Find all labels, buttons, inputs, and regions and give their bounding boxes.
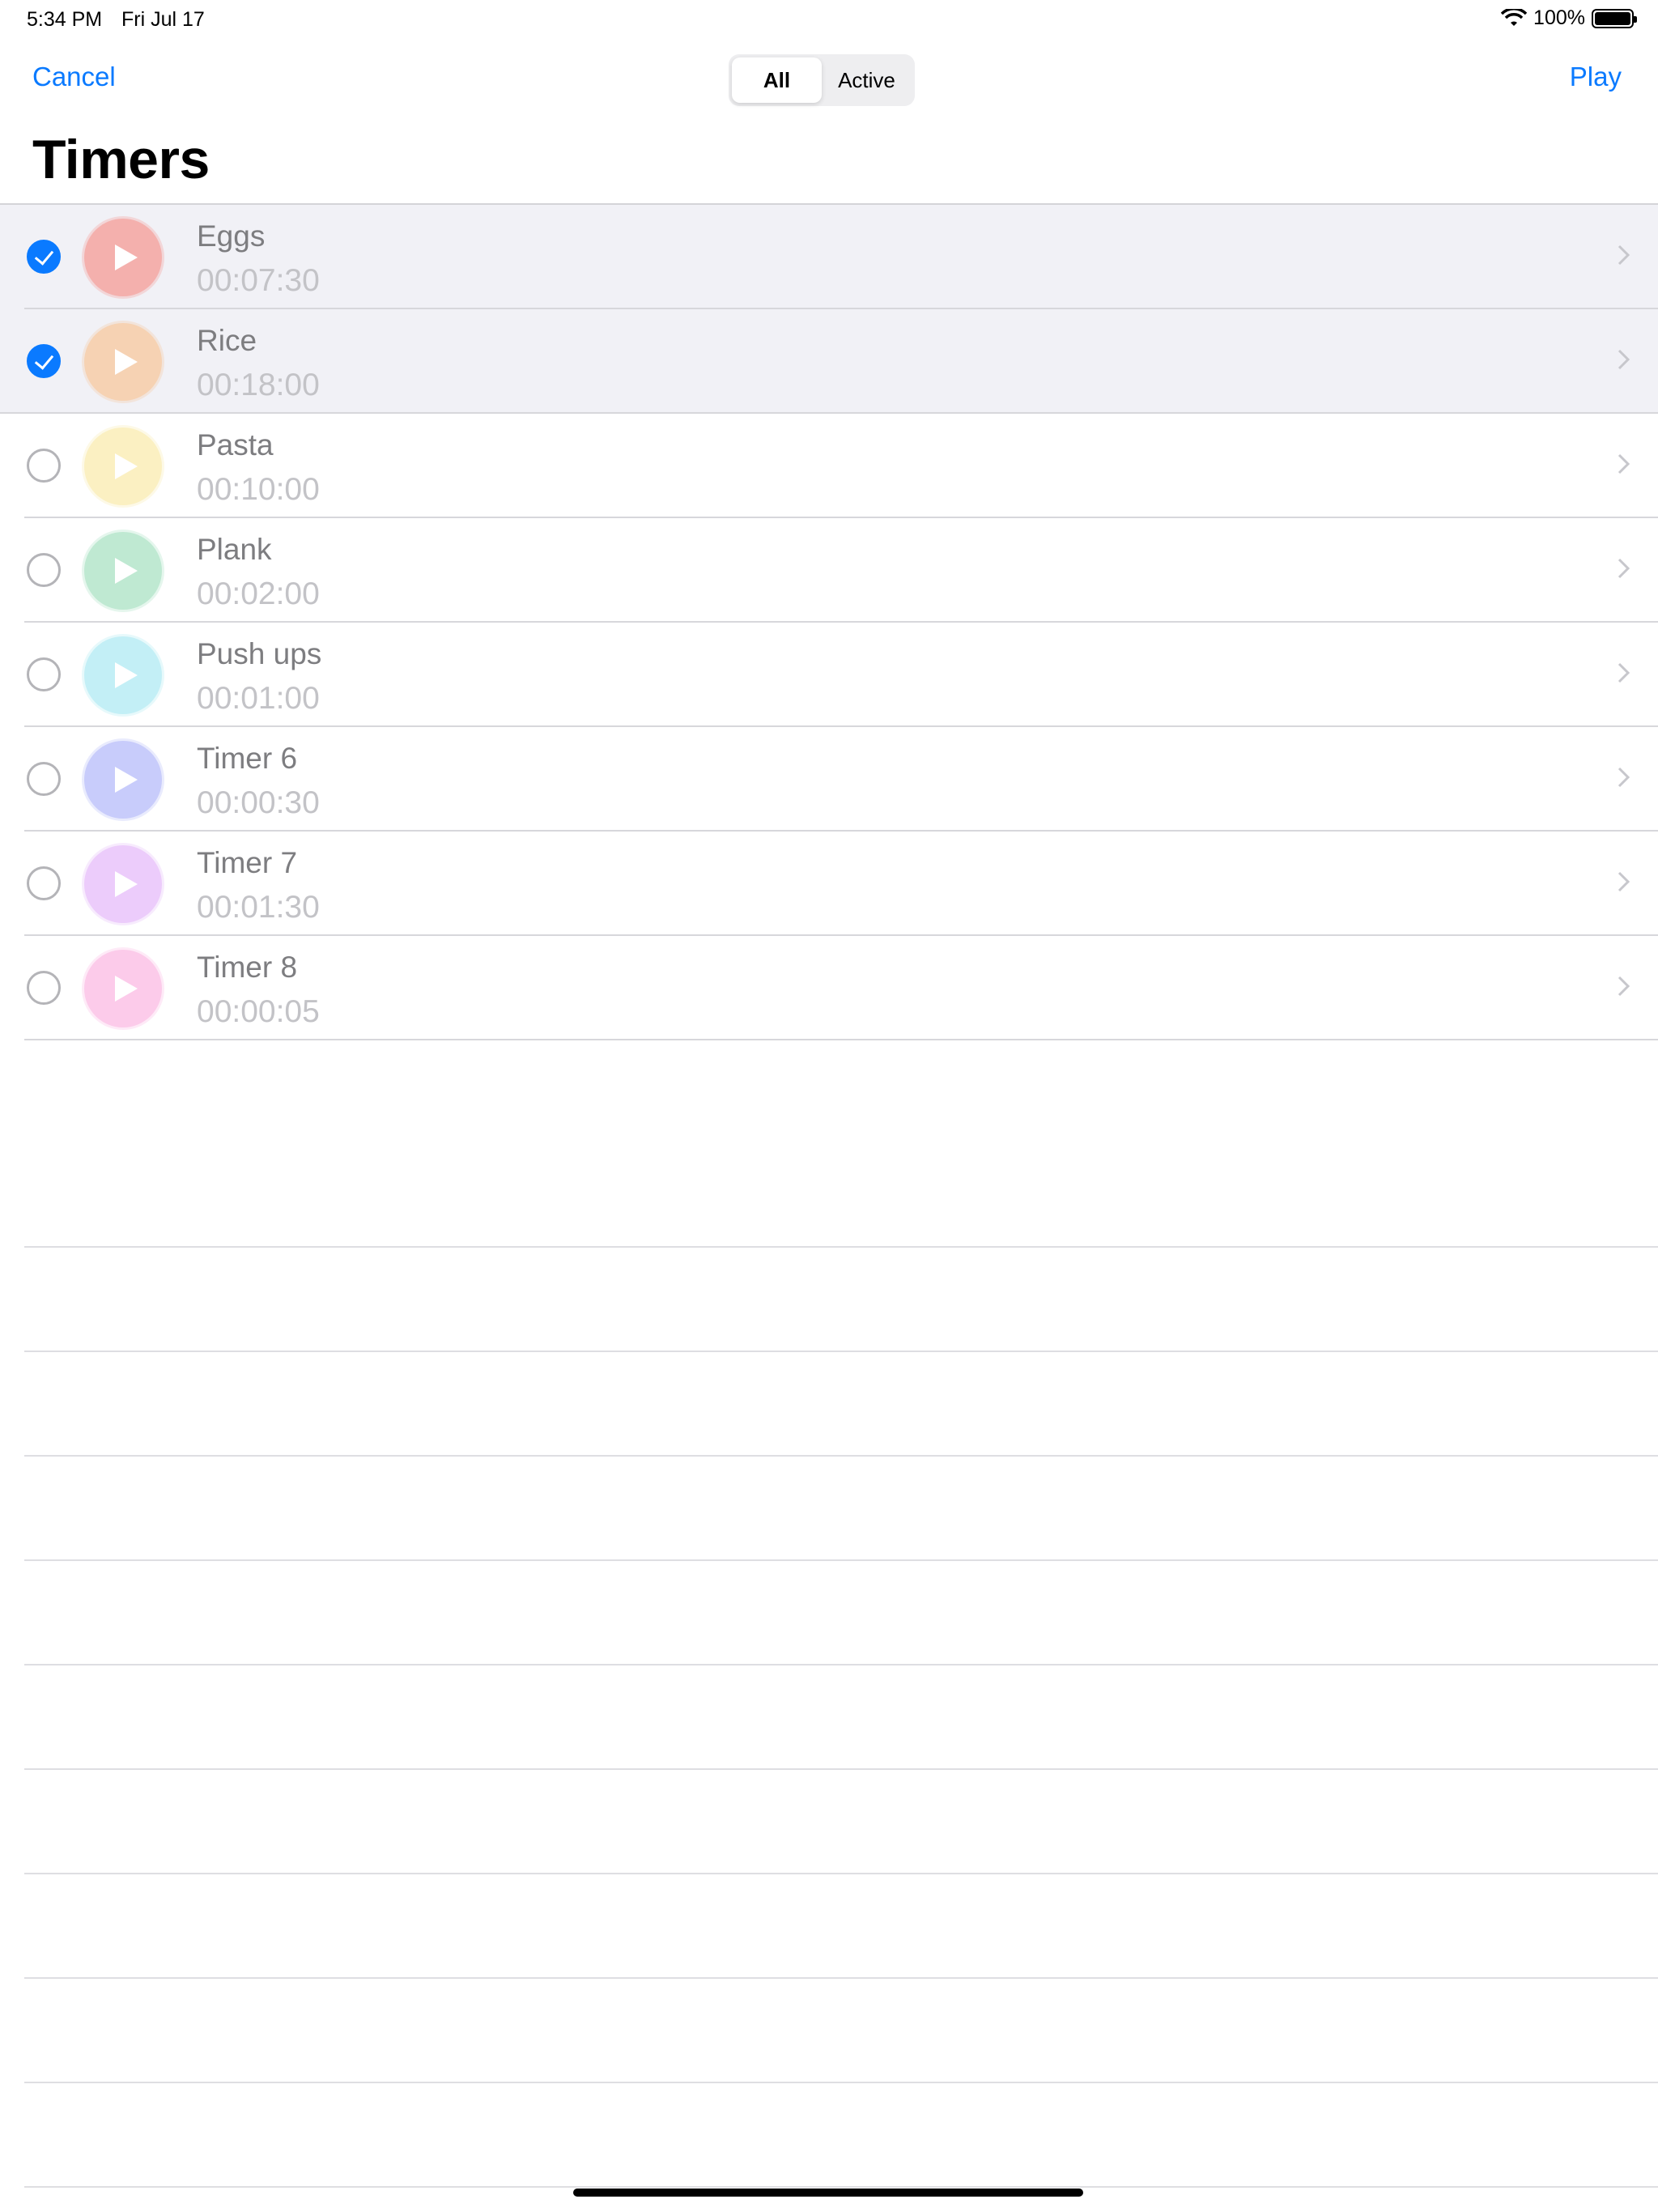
chevron-right-icon (1618, 662, 1630, 683)
timer-name: Timer 7 (197, 846, 298, 879)
timer-name: Eggs (197, 219, 266, 253)
empty-separator (0, 1665, 1658, 1770)
timer-duration: 00:00:05 (197, 994, 320, 1029)
play-triangle (115, 245, 138, 270)
empty-separator (0, 1979, 1658, 2083)
play-icon[interactable] (84, 845, 162, 923)
timer-row[interactable]: Plank 00:02:00 (0, 518, 1658, 623)
empty-separator (0, 1352, 1658, 1457)
timer-name: Rice (197, 324, 257, 357)
chevron-right-icon (1618, 871, 1630, 892)
timer-row[interactable]: Timer 7 00:01:30 (0, 832, 1658, 936)
timer-duration: 00:01:00 (197, 681, 320, 716)
play-triangle (115, 767, 138, 793)
selection-circle[interactable] (27, 449, 61, 483)
empty-separator (0, 1457, 1658, 1561)
selection-circle[interactable] (27, 657, 61, 691)
timer-row[interactable]: Rice 00:18:00 (0, 309, 1658, 414)
timer-name: Push ups (197, 637, 322, 670)
play-triangle (115, 558, 138, 584)
chevron-right-icon (1618, 767, 1630, 788)
battery-percentage: 100% (1533, 6, 1585, 29)
empty-separator (0, 1874, 1658, 1979)
timer-row[interactable]: Timer 6 00:00:30 (0, 727, 1658, 832)
status-time: 5:34 PM (27, 8, 103, 31)
empty-separator (0, 1770, 1658, 1874)
chevron-right-icon (1618, 245, 1630, 266)
segment-all[interactable]: All (732, 57, 822, 103)
home-indicator (573, 2189, 1083, 2197)
timer-row[interactable]: Pasta 00:10:00 (0, 414, 1658, 518)
timer-name: Timer 8 (197, 951, 298, 984)
play-triangle (115, 871, 138, 897)
chevron-right-icon (1618, 976, 1630, 997)
wifi-icon (1501, 8, 1528, 26)
play-triangle (115, 349, 138, 375)
selection-circle[interactable] (27, 762, 61, 796)
status-date: Fri Jul 17 (121, 8, 205, 31)
play-icon[interactable] (84, 428, 162, 505)
play-button[interactable]: Play (1570, 62, 1622, 92)
timer-list: Eggs 00:07:30 Rice 00:18:00 Pasta 00:10:… (0, 203, 1658, 1040)
chevron-right-icon (1618, 453, 1630, 474)
empty-separator (0, 1561, 1658, 1665)
checkmark-icon[interactable] (27, 344, 61, 378)
status-right: 100% (1501, 6, 1637, 30)
play-triangle (115, 662, 138, 688)
play-icon[interactable] (84, 741, 162, 819)
play-triangle (115, 453, 138, 479)
segment-active[interactable]: Active (822, 57, 912, 103)
timer-row[interactable]: Eggs 00:07:30 (0, 205, 1658, 309)
play-icon[interactable] (84, 950, 162, 1027)
empty-list-area (0, 1143, 1658, 2212)
timer-duration: 00:00:30 (197, 785, 320, 820)
empty-separator (0, 1143, 1658, 1248)
play-icon[interactable] (84, 636, 162, 714)
selection-circle[interactable] (27, 971, 61, 1005)
selection-circle[interactable] (27, 866, 61, 900)
empty-separator (0, 2083, 1658, 2188)
empty-separator (0, 1248, 1658, 1352)
timer-row[interactable]: Timer 8 00:00:05 (0, 936, 1658, 1040)
timer-name: Pasta (197, 428, 274, 462)
play-icon[interactable] (84, 323, 162, 401)
timer-duration: 00:01:30 (197, 890, 320, 925)
checkmark-icon[interactable] (27, 240, 61, 274)
chevron-right-icon (1618, 349, 1630, 370)
timer-name: Timer 6 (197, 742, 298, 775)
play-triangle (115, 976, 138, 1002)
battery-icon (1592, 8, 1637, 28)
play-icon[interactable] (84, 532, 162, 610)
timer-duration: 00:07:30 (197, 263, 320, 298)
timer-name: Plank (197, 533, 272, 566)
timer-duration: 00:02:00 (197, 576, 320, 611)
cancel-button[interactable]: Cancel (32, 62, 116, 92)
timer-duration: 00:18:00 (197, 368, 320, 402)
timers-screen: 5:34 PM Fri Jul 17 100% Cancel All Activ… (0, 0, 1658, 2212)
selection-circle[interactable] (27, 553, 61, 587)
status-bar: 5:34 PM Fri Jul 17 100% (0, 0, 1658, 39)
page-title: Timers (32, 129, 210, 190)
chevron-right-icon (1618, 558, 1630, 579)
play-icon[interactable] (84, 219, 162, 296)
timer-row[interactable]: Push ups 00:01:00 (0, 623, 1658, 727)
filter-segmented-control: All Active (729, 54, 915, 106)
timer-duration: 00:10:00 (197, 472, 320, 507)
